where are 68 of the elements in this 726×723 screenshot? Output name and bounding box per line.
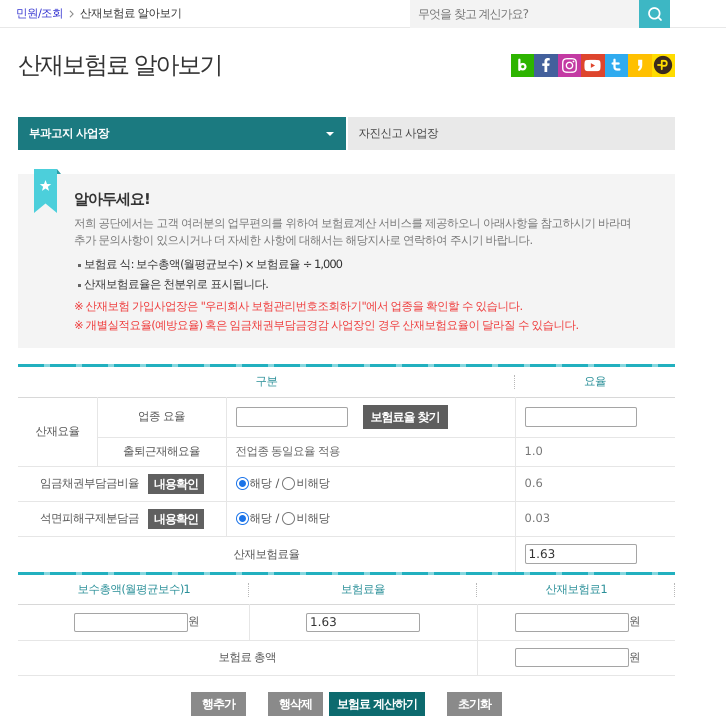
facebook-icon[interactable] xyxy=(534,54,558,76)
tab[interactable]: 부과고지 사업장 xyxy=(18,117,346,150)
column-header: 산재보험료1 xyxy=(545,582,607,596)
p-logo-icon[interactable] xyxy=(652,54,675,76)
action-button[interactable]: 행삭제 xyxy=(268,692,323,716)
radio-button[interactable] xyxy=(236,477,248,490)
column-header: 보수총액(월평균보수)1 xyxy=(77,582,190,596)
action-button[interactable]: 행추가 xyxy=(190,692,246,716)
column-header: 보험료율 xyxy=(341,582,385,596)
tab[interactable]: 자진신고 사업장 xyxy=(348,117,675,150)
radio-label: 비해당 xyxy=(296,510,330,527)
row-label: 보험료 총액 xyxy=(218,650,276,664)
instagram-icon[interactable] xyxy=(558,54,581,76)
input-field[interactable]: 1.63 xyxy=(524,544,637,564)
input-field[interactable]: 1.63 xyxy=(306,612,420,632)
caret-down-icon xyxy=(326,132,334,136)
rate-value: 0.6 xyxy=(524,476,543,490)
slash-separator: / xyxy=(276,474,278,492)
youtube-icon[interactable] xyxy=(581,54,604,76)
notice-text: 저희 공단에서는 고객 여러분의 업무편의를 위하여 보험료계산 서비스를 제공하오니 아래사항을 참고하시기 바라며 xyxy=(74,215,632,232)
unit-label: 원 xyxy=(628,648,640,666)
radio-button[interactable] xyxy=(282,477,296,490)
page-title: 산재보험료 알아보기 xyxy=(18,50,222,81)
row-group-label: 산재요율 xyxy=(35,424,80,438)
radio-label: 비해당 xyxy=(296,474,330,492)
warning-text: ※ 산재보험 가입사업장은 "우리회사 보험관리번호조회하기"에서 업종을 확인할 수 있습니다. xyxy=(74,298,522,315)
rate-value: 0.03 xyxy=(524,510,550,525)
breadcrumb-link[interactable]: 민원/조회 xyxy=(16,4,63,22)
bullet-icon xyxy=(78,284,81,286)
unit-label: 원 xyxy=(628,613,640,630)
table-cell: 전업종 동일요율 적용 xyxy=(236,444,340,458)
row-label: 임금채권부담금비율 xyxy=(40,474,139,492)
warning-text: ※ 개별실적요율(예방요율) 혹은 임금채권부담금경감 사업장인 경우 산재보험요율이 달라질 수 있습니다. xyxy=(74,316,578,334)
input-field[interactable] xyxy=(514,648,629,667)
radio-button[interactable] xyxy=(236,512,248,525)
input-field[interactable] xyxy=(236,407,348,427)
row-label: 산재보험료율 xyxy=(233,546,300,561)
row-label: 석면피해구제분담금 xyxy=(40,510,139,527)
slash-separator: / xyxy=(276,510,278,527)
details-button[interactable]: 내용확인 xyxy=(148,508,204,528)
bullet-text: 산재보험료율은 천분위로 표시됩니다. xyxy=(84,276,268,294)
b-logo-icon[interactable] xyxy=(510,54,534,76)
search-button[interactable] xyxy=(639,0,670,28)
details-button[interactable]: 내용확인 xyxy=(148,474,204,494)
chevron-right-icon xyxy=(68,10,74,18)
notice-title: 알아두세요! xyxy=(74,189,151,209)
column-header: 구분 xyxy=(256,374,278,388)
action-button[interactable]: 초기화 xyxy=(447,692,502,716)
notice-text: 추가 문의사항이 있으시거나 더 자세한 사항에 대해서는 해당지사로 연락하여 주시기 바랍니다. xyxy=(74,232,532,249)
input-field[interactable] xyxy=(514,612,629,632)
search-field[interactable]: 무엇을 찾고 계신가요? xyxy=(410,0,639,28)
bullet-icon xyxy=(78,264,81,266)
action-button[interactable]: 보험료 계산하기 xyxy=(328,692,426,716)
bullet-text: 보험료 식: 보수총액(월평균보수) × 보험료율 ÷ 1,000 xyxy=(84,256,342,274)
radio-label: 해당 xyxy=(250,510,272,527)
radio-button[interactable] xyxy=(282,512,296,525)
input-field[interactable] xyxy=(74,612,188,632)
rate-value: 1.0 xyxy=(524,444,543,458)
radio-label: 해당 xyxy=(250,474,272,492)
breadcrumb-current: 산재보험료 알아보기 xyxy=(80,4,182,22)
row-label: 업종 요율 xyxy=(138,409,185,424)
search-icon xyxy=(646,6,662,22)
row-label: 출퇴근재해요율 xyxy=(123,444,200,458)
rate-lookup-button[interactable]: 보험료율 찾기 xyxy=(362,405,448,429)
t-logo-icon[interactable] xyxy=(604,54,628,76)
input-field[interactable] xyxy=(524,407,637,427)
column-header: 요율 xyxy=(584,374,606,388)
unit-label: 원 xyxy=(188,613,199,630)
